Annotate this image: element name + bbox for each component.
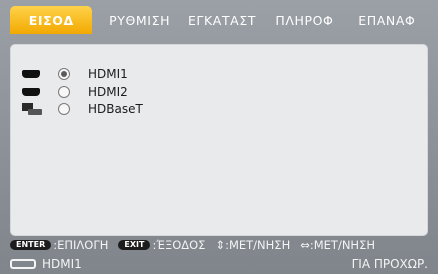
status-bar: HDMI1 ΓΙΑ ΠΡΟΧΩΡ.: [10, 256, 428, 272]
move-hint: ⇕:ΜΕΤ/ΝΗΣΗ: [215, 238, 291, 252]
input-item-hdmi2[interactable]: HDMI2: [22, 84, 143, 100]
hdbaset-icon: [22, 101, 58, 117]
enter-hint-label: :ΕΠΙΛΟΓΗ: [53, 238, 109, 252]
menu-tabs: ΕΙΣΟΔ ΡΥΘΜΙΣΗ ΕΓΚΑΤΑΣΤ ΠΛΗΡΟΦ ΕΠΑΝΑΦ: [10, 6, 428, 34]
tab-input[interactable]: ΕΙΣΟΔ: [10, 6, 93, 34]
input-list: HDMI1 HDMI2 HDBaseT: [22, 66, 143, 119]
current-source-label: HDMI1: [42, 257, 82, 271]
tab-installation[interactable]: ΕΓΚΑΤΑΣΤ: [181, 6, 263, 34]
tab-info[interactable]: ΠΛΗΡΟΦ: [263, 6, 345, 34]
key-hints-bar: ENTER :ΕΠΙΛΟΓΗ EXIT :ΈΞΟΔΟΣ ⇕:ΜΕΤ/ΝΗΣΗ ⇔…: [10, 238, 428, 252]
hdmi-icon: [22, 66, 58, 82]
tab-setup[interactable]: ΡΥΘΜΙΣΗ: [98, 6, 180, 34]
enter-key-badge: ENTER: [10, 240, 52, 250]
advanced-label: ΓΙΑ ΠΡΟΧΩΡ.: [351, 257, 428, 271]
move-horizontal-hint: ⇔:ΜΕΤ/ΝΗΣΗ: [300, 238, 375, 252]
osd-menu-frame: ΕΙΣΟΔ ΡΥΘΜΙΣΗ ΕΓΚΑΤΑΣΤ ΠΛΗΡΟΦ ΕΠΑΝΑΦ HDM…: [0, 0, 438, 274]
hdmi-icon: [22, 84, 58, 100]
exit-hint-label: :ΈΞΟΔΟΣ: [152, 238, 206, 252]
exit-hint: EXIT :ΈΞΟΔΟΣ: [118, 238, 205, 252]
input-label: HDMI2: [88, 84, 128, 99]
radio-selected[interactable]: [58, 68, 70, 80]
radio-unselected[interactable]: [58, 85, 70, 98]
input-item-hdbaset[interactable]: HDBaseT: [22, 101, 143, 117]
exit-key-badge: EXIT: [118, 240, 151, 250]
radio-unselected[interactable]: [58, 103, 70, 115]
hdmi-icon: [10, 259, 36, 269]
input-panel: HDMI1 HDMI2 HDBaseT: [10, 44, 428, 236]
tab-reset[interactable]: ΕΠΑΝΑΦ: [346, 6, 428, 34]
input-label: HDMI1: [88, 67, 128, 81]
input-item-hdmi1[interactable]: HDMI1: [22, 66, 143, 82]
current-source: HDMI1: [10, 257, 82, 271]
input-label: HDBaseT: [88, 102, 143, 116]
enter-hint: ENTER :ΕΠΙΛΟΓΗ: [10, 238, 108, 252]
